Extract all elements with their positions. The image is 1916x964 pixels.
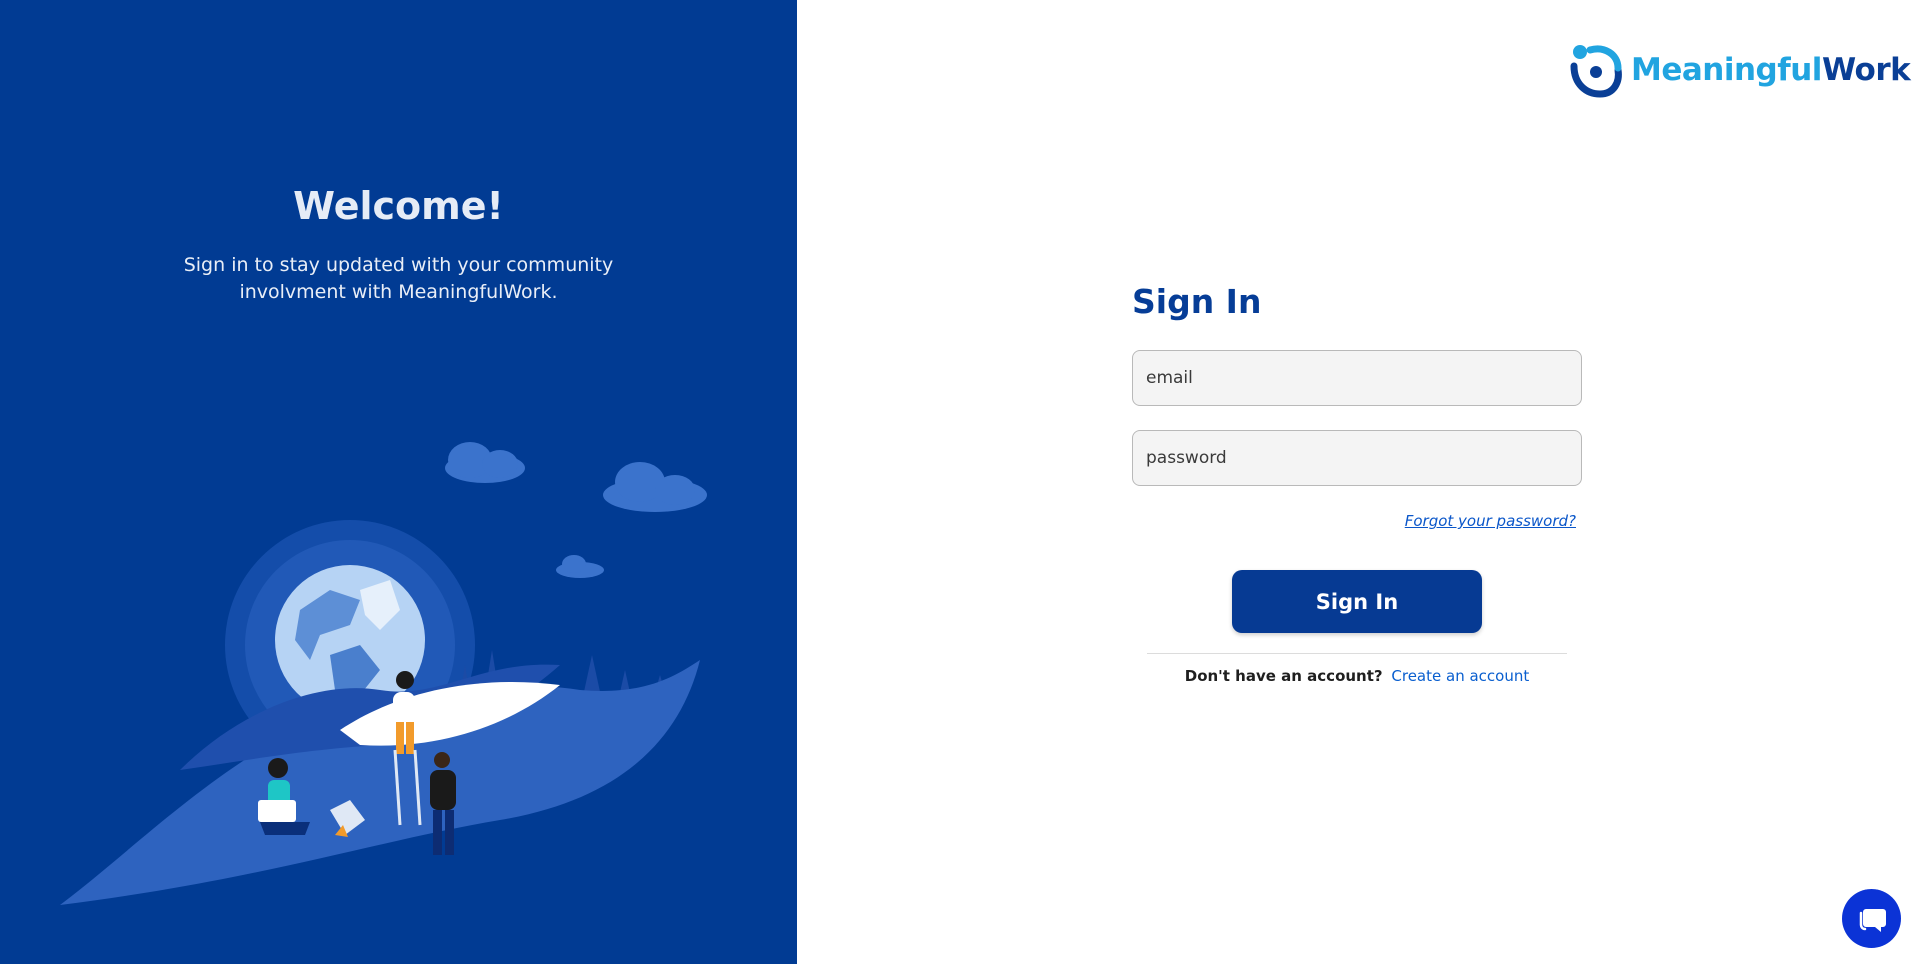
welcome-title: Welcome! [293, 184, 504, 228]
meaningfulwork-logo-icon [1570, 45, 1622, 98]
forgot-password-link[interactable]: Forgot your password? [1405, 512, 1576, 530]
logo-text-meaningful: Meaningful [1631, 52, 1822, 88]
no-account-text: Don't have an account? [1184, 667, 1383, 685]
meaningfulwork-logo[interactable]: MeaningfulWork [1568, 42, 1911, 100]
chat-bubble-icon [1859, 908, 1886, 932]
globe-people-illustration [60, 442, 707, 905]
sign-in-button[interactable]: Sign In [1232, 570, 1482, 633]
signin-heading: Sign In [1132, 282, 1262, 321]
password-field[interactable] [1132, 430, 1582, 486]
email-field[interactable] [1132, 350, 1582, 406]
logo-text: MeaningfulWork [1631, 52, 1911, 88]
welcome-panel: Welcome! Sign in to stay updated with yo… [0, 0, 797, 964]
logo-text-work: Work [1821, 52, 1911, 88]
create-account-link[interactable]: Create an account [1391, 667, 1529, 685]
divider [1147, 653, 1567, 654]
create-account-row: Don't have an account? Create an account [1132, 667, 1582, 685]
welcome-subtitle: Sign in to stay updated with your commun… [183, 254, 614, 303]
chat-button[interactable] [1842, 889, 1901, 948]
